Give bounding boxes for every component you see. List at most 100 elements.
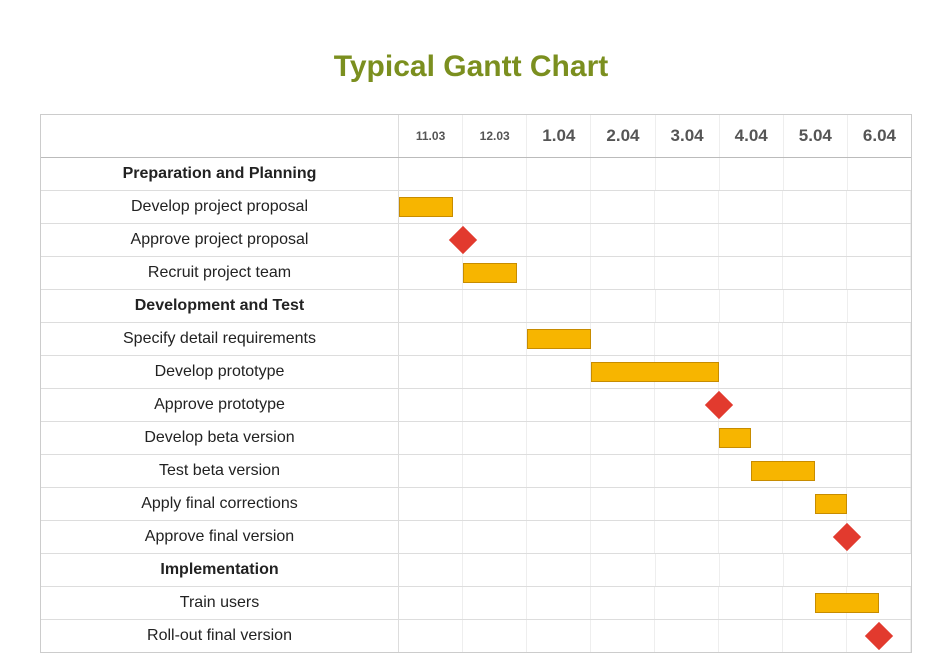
gantt-cell <box>655 257 719 289</box>
gantt-row-timeline <box>399 455 911 487</box>
gantt-row-timeline <box>399 620 911 652</box>
gantt-cell <box>656 290 720 322</box>
gantt-cell <box>847 191 911 223</box>
gantt-cell <box>399 620 463 652</box>
gantt-row-timeline <box>399 356 911 388</box>
gantt-group-label: Preparation and Planning <box>41 158 399 190</box>
gantt-cell <box>591 224 655 256</box>
gantt-cell <box>591 158 655 190</box>
gantt-cell <box>591 191 655 223</box>
gantt-cell <box>783 191 847 223</box>
gantt-bar <box>815 494 847 514</box>
gantt-row-timeline <box>399 554 911 586</box>
gantt-cell <box>591 422 655 454</box>
gantt-cell <box>399 356 463 388</box>
gantt-cell <box>591 587 655 619</box>
gantt-task-label: Roll-out final version <box>41 620 399 652</box>
gantt-task-row: Test beta version <box>41 455 911 488</box>
gantt-task-row: Train users <box>41 587 911 620</box>
gantt-header-blank <box>41 115 399 157</box>
gantt-cell <box>783 389 847 421</box>
gantt-cell <box>719 257 783 289</box>
gantt-task-label: Approve prototype <box>41 389 399 421</box>
gantt-group-row: Development and Test <box>41 290 911 323</box>
gantt-header-col: 5.04 <box>784 115 848 157</box>
gantt-cell <box>655 422 719 454</box>
gantt-cell <box>527 356 591 388</box>
gantt-cell <box>655 521 719 553</box>
gantt-header-timeline: 11.0312.031.042.043.044.045.046.04 <box>399 115 911 157</box>
gantt-cell <box>527 554 591 586</box>
gantt-cell <box>463 389 527 421</box>
gantt-cell <box>527 257 591 289</box>
gantt-cell <box>463 290 527 322</box>
gantt-group-label: Development and Test <box>41 290 399 322</box>
gantt-cell <box>399 587 463 619</box>
gantt-cell <box>399 554 463 586</box>
gantt-cell <box>527 455 591 487</box>
gantt-task-label: Test beta version <box>41 455 399 487</box>
gantt-row-timeline <box>399 290 911 322</box>
gantt-cell <box>399 158 463 190</box>
gantt-cell <box>847 356 911 388</box>
gantt-task-row: Develop beta version <box>41 422 911 455</box>
gantt-cell <box>719 521 783 553</box>
gantt-task-row: Develop project proposal <box>41 191 911 224</box>
gantt-cell <box>463 422 527 454</box>
gantt-cell <box>463 323 527 355</box>
gantt-cell <box>847 224 911 256</box>
gantt-row-timeline <box>399 191 911 223</box>
gantt-cell <box>399 422 463 454</box>
gantt-cell <box>720 290 784 322</box>
gantt-cell <box>591 488 655 520</box>
gantt-task-label: Approve final version <box>41 521 399 553</box>
gantt-bar <box>591 362 719 382</box>
gantt-cell <box>847 488 911 520</box>
gantt-cell <box>399 389 463 421</box>
gantt-cell <box>463 554 527 586</box>
gantt-cell <box>719 224 783 256</box>
gantt-group-row: Implementation <box>41 554 911 587</box>
gantt-cell <box>655 488 719 520</box>
gantt-cell <box>655 224 719 256</box>
gantt-bar <box>751 461 815 481</box>
gantt-header-col: 11.03 <box>399 115 463 157</box>
gantt-cell <box>591 521 655 553</box>
gantt-row-timeline <box>399 257 911 289</box>
gantt-chart: 11.0312.031.042.043.044.045.046.04Prepar… <box>40 114 912 653</box>
gantt-header-col: 6.04 <box>848 115 911 157</box>
gantt-cell <box>399 455 463 487</box>
gantt-cell <box>399 257 463 289</box>
gantt-cell <box>655 587 719 619</box>
gantt-task-label: Develop beta version <box>41 422 399 454</box>
gantt-bar <box>815 593 879 613</box>
gantt-cell <box>527 620 591 652</box>
gantt-task-row: Approve project proposal <box>41 224 911 257</box>
gantt-cell <box>463 620 527 652</box>
gantt-cell <box>719 356 783 388</box>
gantt-bar <box>463 263 517 283</box>
gantt-cell <box>655 191 719 223</box>
gantt-cell <box>656 554 720 586</box>
gantt-task-row: Recruit project team <box>41 257 911 290</box>
gantt-cell <box>847 455 911 487</box>
gantt-cell <box>463 158 527 190</box>
gantt-task-row: Develop prototype <box>41 356 911 389</box>
gantt-row-timeline <box>399 587 911 619</box>
gantt-cell <box>527 191 591 223</box>
gantt-cell <box>847 389 911 421</box>
gantt-cell <box>783 422 847 454</box>
gantt-cell <box>527 224 591 256</box>
gantt-row-timeline <box>399 224 911 256</box>
gantt-cell <box>655 455 719 487</box>
gantt-group-row: Preparation and Planning <box>41 158 911 191</box>
gantt-header-col: 1.04 <box>527 115 591 157</box>
gantt-row-timeline <box>399 323 911 355</box>
gantt-cell <box>463 488 527 520</box>
gantt-cell <box>847 257 911 289</box>
gantt-row-timeline <box>399 488 911 520</box>
gantt-cell <box>656 158 720 190</box>
gantt-cell <box>463 587 527 619</box>
gantt-task-label: Train users <box>41 587 399 619</box>
gantt-task-row: Approve prototype <box>41 389 911 422</box>
